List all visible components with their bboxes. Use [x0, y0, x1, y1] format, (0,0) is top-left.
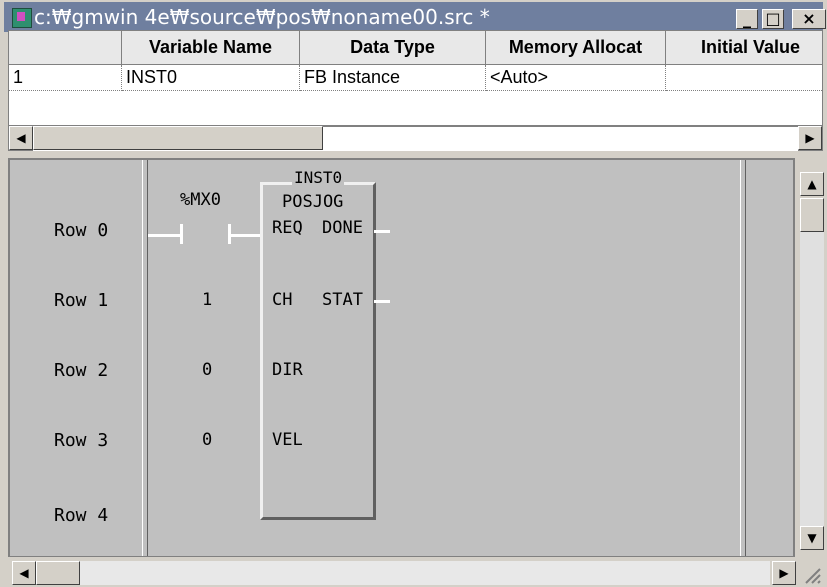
- header-memory-allocation[interactable]: Memory Allocat: [486, 31, 666, 65]
- table-header: Variable Name Data Type Memory Allocat I…: [9, 31, 822, 65]
- fb-input-dir[interactable]: DIR: [272, 360, 303, 380]
- row-label-1: Row 1: [54, 290, 109, 311]
- row-label-0: Row 0: [54, 220, 109, 241]
- ladder-editor[interactable]: Row 0 Row 1 Row 2 Row 3 Row 4 %MX0 INST0…: [8, 158, 795, 558]
- cell-data-type[interactable]: FB Instance: [300, 65, 486, 91]
- fb-type-name: POSJOG: [282, 192, 344, 212]
- left-power-rail: [142, 160, 148, 556]
- scrollbar-thumb[interactable]: [36, 561, 80, 585]
- rung-wire: [148, 234, 182, 237]
- rung-wire: [228, 234, 260, 237]
- fb-output-stat[interactable]: STAT: [322, 290, 363, 310]
- row-label-2: Row 2: [54, 360, 109, 381]
- vertical-scrollbar-track[interactable]: [800, 232, 824, 532]
- output-wire: [374, 230, 390, 233]
- input-value-ch[interactable]: 1: [202, 290, 212, 310]
- normally-open-contact[interactable]: [180, 224, 232, 246]
- row-index[interactable]: 1: [9, 65, 122, 91]
- header-index[interactable]: [9, 31, 122, 65]
- table-horizontal-scrollbar[interactable]: ◀ ▶: [8, 125, 823, 151]
- right-power-rail: [740, 160, 746, 556]
- vertical-scrollbar-thumb[interactable]: [800, 198, 824, 232]
- table-row[interactable]: 1 INST0 FB Instance <Auto>: [9, 65, 822, 91]
- header-variable-name[interactable]: Variable Name: [122, 31, 300, 65]
- scroll-right-icon[interactable]: ▶: [798, 126, 822, 150]
- cell-memory-allocation[interactable]: <Auto>: [486, 65, 666, 91]
- scroll-right-icon[interactable]: ▶: [772, 561, 796, 585]
- scroll-left-icon[interactable]: ◀: [9, 126, 33, 150]
- fb-output-done[interactable]: DONE: [322, 218, 363, 238]
- resize-grip-icon[interactable]: [798, 561, 822, 585]
- maximize-button[interactable]: □: [762, 9, 784, 29]
- scroll-down-icon[interactable]: ▼: [800, 526, 824, 550]
- cell-variable-name[interactable]: INST0: [122, 65, 300, 91]
- fb-input-ch[interactable]: CH: [272, 290, 292, 310]
- close-button[interactable]: ×: [792, 9, 826, 29]
- vertical-scrollbar[interactable]: ▲ ▼: [797, 158, 827, 558]
- row-label-3: Row 3: [54, 430, 109, 451]
- output-wire: [374, 300, 390, 303]
- contact-label: %MX0: [180, 190, 221, 210]
- fb-input-req[interactable]: REQ: [272, 218, 303, 238]
- header-data-type[interactable]: Data Type: [300, 31, 486, 65]
- scroll-up-icon[interactable]: ▲: [800, 172, 824, 196]
- scrollbar-thumb[interactable]: [33, 126, 323, 150]
- window-title: c:₩gmwin 4e₩source₩pos₩noname00.src *: [34, 5, 490, 29]
- app-icon: [12, 8, 32, 28]
- fb-instance-name: INST0: [292, 168, 345, 187]
- variable-table: Variable Name Data Type Memory Allocat I…: [8, 30, 823, 128]
- row-label-4: Row 4: [54, 505, 109, 526]
- header-initial-value[interactable]: Initial Value: [666, 31, 822, 65]
- input-value-dir[interactable]: 0: [202, 360, 212, 380]
- ladder-horizontal-scrollbar[interactable]: ◀ ▶: [8, 557, 827, 587]
- fb-input-vel[interactable]: VEL: [272, 430, 303, 450]
- title-bar[interactable]: c:₩gmwin 4e₩source₩pos₩noname00.src * _ …: [4, 2, 826, 32]
- cell-initial-value[interactable]: [666, 65, 822, 91]
- scrollbar-track[interactable]: [80, 561, 770, 585]
- scroll-left-icon[interactable]: ◀: [12, 561, 36, 585]
- input-value-vel[interactable]: 0: [202, 430, 212, 450]
- minimize-button[interactable]: _: [736, 9, 758, 29]
